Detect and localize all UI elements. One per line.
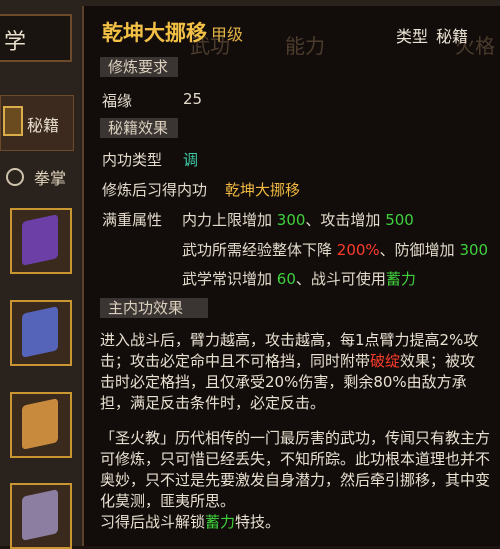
learn-label: 修炼后习得内功 [102, 181, 208, 199]
bg-tab-2: 能力 [285, 34, 325, 58]
learn-value: 乾坤大挪移 [225, 181, 301, 199]
filter-radio[interactable] [6, 168, 24, 186]
main-effect-text: 进入战斗后，臂力越高，攻击越高，每1点臂力提高2%攻击；攻击必定命中且不可格挡，… [100, 331, 479, 412]
scroll-icon [3, 106, 23, 136]
section-effects: 秘籍效果 [100, 118, 178, 138]
effect-line-1: 内力上限增加 300、攻击增加 500 [182, 211, 414, 229]
tab-martial-arts[interactable]: 学 [0, 14, 72, 62]
item-title: 乾坤大挪移 甲级 [102, 21, 244, 45]
type-value: 秘籍 [436, 27, 469, 46]
effect-line-3: 武学常识增加 60、战斗可使用蓄力 [182, 270, 416, 288]
type-label: 类型 [396, 27, 429, 46]
item-description: 「圣火教」历代相传的一门最厉害的武功，传闻只有教主方可修炼，只可惜已经丢失，不知… [100, 429, 491, 531]
fate-value: 25 [183, 90, 203, 108]
category-label: 秘籍 [27, 116, 60, 135]
book-item-2[interactable] [10, 300, 72, 366]
book-item-3[interactable] [10, 392, 72, 458]
category-secret-books[interactable]: 秘籍 [0, 95, 74, 151]
book-item-4[interactable] [10, 483, 72, 549]
item-grade: 甲级 [211, 25, 244, 44]
filter-label: 拳掌 [34, 169, 67, 188]
neigong-label: 内功类型 [102, 151, 163, 169]
fate-label: 福缘 [102, 92, 133, 110]
tab-label: 学 [4, 30, 27, 55]
neigong-value: 调 [183, 151, 199, 169]
full-label: 满重属性 [102, 211, 163, 229]
effect-line-2: 武功所需经验整体下降 200%、防御增加 300 [182, 241, 489, 259]
section-requirements: 修炼要求 [100, 57, 178, 77]
section-main-effect: 主内功效果 [100, 298, 208, 318]
book-item-1[interactable] [10, 208, 72, 274]
